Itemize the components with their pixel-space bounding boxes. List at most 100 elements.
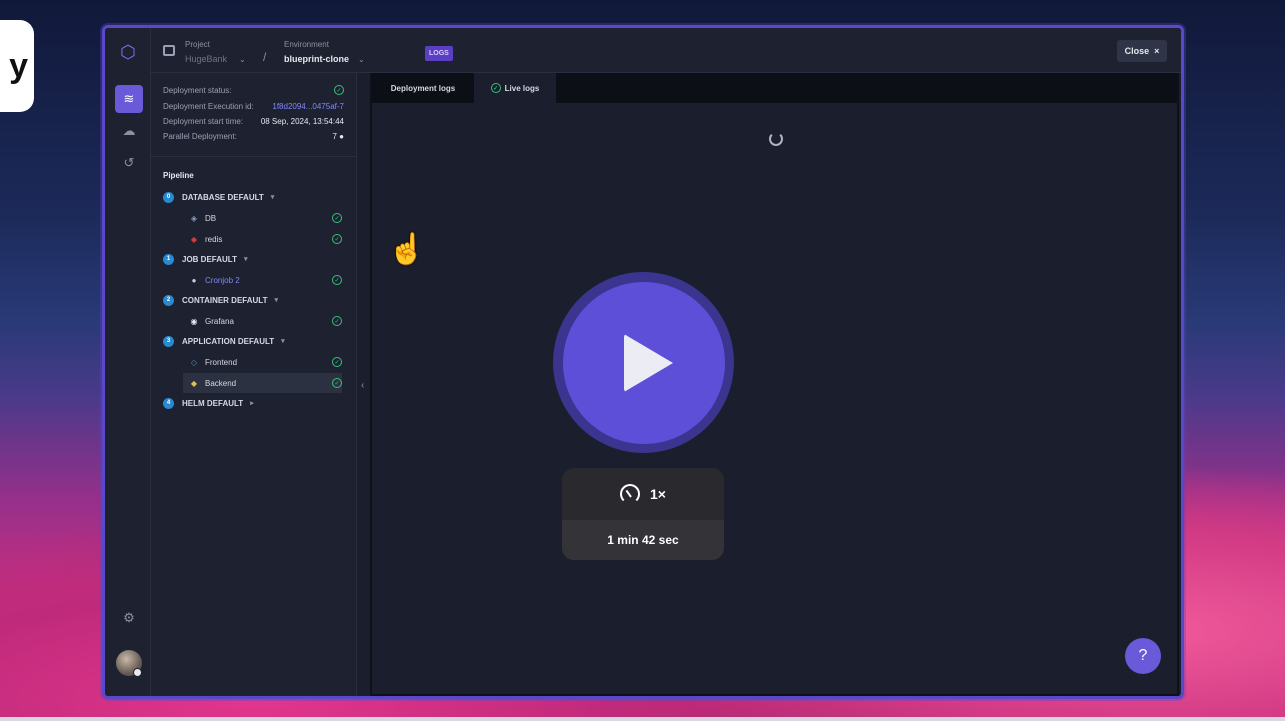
project-label: Project — [185, 40, 210, 49]
settings-gear-icon[interactable]: ⚙ — [115, 604, 143, 632]
service-label: redis — [205, 234, 223, 244]
start-time-value: 08 Sep, 2024, 13:54:44 — [260, 116, 344, 126]
partial-window-tab: y — [0, 20, 34, 112]
speed-value: 1× — [650, 486, 666, 502]
logs-panel: Deployment logs ✓ Live logs ? — [370, 73, 1179, 696]
play-button[interactable] — [553, 272, 734, 453]
parallel-label: Parallel Deployment: — [163, 131, 237, 141]
project-icon — [163, 45, 175, 56]
app-logo-icon[interactable]: ⬡ — [118, 42, 138, 62]
group-index-badge: 1 — [163, 253, 174, 265]
play-button-inner — [562, 281, 725, 444]
group-index-badge: 0 — [163, 191, 174, 203]
service-item-frontend[interactable]: ◇ Frontend ✓ — [183, 352, 342, 372]
check-circle-icon: ✓ — [332, 357, 342, 367]
chevron-down-icon[interactable]: ▾ — [281, 337, 285, 345]
chevron-down-icon[interactable]: ▾ — [271, 193, 275, 201]
loading-spinner-icon — [769, 132, 783, 146]
chevron-down-icon[interactable]: ▾ — [274, 296, 278, 304]
check-circle-icon: ✓ — [332, 378, 342, 388]
history-icon[interactable]: ↺ — [115, 149, 143, 177]
avatar-status-dot — [133, 668, 142, 677]
group-application-default[interactable]: 3 APPLICATION DEFAULT ▾ — [163, 333, 285, 349]
group-job-default[interactable]: 1 JOB DEFAULT ▾ — [163, 251, 247, 267]
service-item-redis[interactable]: ◆ redis ✓ — [183, 229, 342, 249]
tab-label: Live logs — [504, 83, 540, 93]
deployment-status-row: Deployment status: ✓ — [163, 83, 344, 97]
start-time-row: Deployment start time: 08 Sep, 2024, 13:… — [163, 114, 344, 128]
environment-label: Environment — [284, 40, 329, 49]
info-icon[interactable]: ● — [339, 132, 344, 141]
duration-label: 1 min 42 sec — [562, 520, 724, 560]
postgres-icon: ◈ — [190, 213, 198, 223]
check-circle-icon: ✓ — [332, 316, 342, 326]
deployment-sidebar: Deployment status: ✓ Deployment Executio… — [151, 73, 357, 696]
execution-id-link[interactable]: 1f8d2094...0475af-7 — [272, 102, 344, 111]
playback-controls: 1× 1 min 42 sec — [562, 468, 724, 560]
top-bar: Project HugeBank ⌄ / Environment bluepri… — [151, 28, 1181, 73]
check-circle-icon: ✓ — [332, 275, 342, 285]
check-circle-icon: ✓ — [490, 83, 501, 93]
divider — [151, 156, 356, 157]
layers-icon[interactable]: ≋ — [115, 85, 143, 113]
speed-control[interactable]: 1× — [562, 468, 724, 520]
start-time-label: Deployment start time: — [163, 116, 244, 126]
taskbar-strip — [0, 717, 1285, 721]
group-label: HELM DEFAULT — [182, 398, 244, 408]
service-label: Backend — [205, 378, 237, 388]
parallel-row: Parallel Deployment: 7 ● — [163, 129, 344, 143]
tab-label: Deployment logs — [390, 83, 456, 93]
group-label: CONTAINER DEFAULT — [182, 295, 268, 305]
parallel-value: 7 ● — [332, 131, 344, 141]
chevron-down-icon[interactable]: ⌄ — [239, 55, 246, 64]
service-item-cronjob-2[interactable]: ● Cronjob 2 ✓ — [183, 270, 342, 290]
service-label: Grafana — [205, 316, 234, 326]
pipeline-title: Pipeline — [163, 171, 194, 180]
group-label: DATABASE DEFAULT — [182, 192, 264, 202]
logs-badge: LOGS — [425, 46, 453, 61]
group-database-default[interactable]: 0 DATABASE DEFAULT ▾ — [163, 189, 274, 205]
deployment-status-label: Deployment status: — [163, 85, 232, 95]
check-circle-icon: ✓ — [332, 234, 342, 244]
environment-select[interactable]: blueprint-clone — [284, 54, 349, 64]
group-index-badge: 2 — [163, 294, 174, 306]
group-index-badge: 3 — [163, 335, 174, 347]
help-button[interactable]: ? — [1125, 638, 1161, 674]
service-label: Cronjob 2 — [205, 275, 240, 285]
group-container-default[interactable]: 2 CONTAINER DEFAULT ▾ — [163, 292, 278, 308]
icon-rail: ⬡ ≋ ☁ ↺ ⚙ — [105, 28, 151, 696]
speedometer-icon — [620, 484, 641, 504]
tab-deployment-logs[interactable]: Deployment logs — [372, 73, 474, 103]
grafana-icon: ◉ — [190, 316, 198, 326]
service-label: DB — [205, 213, 217, 223]
service-item-backend[interactable]: ◆ Backend ✓ — [183, 373, 342, 393]
execution-id-label: Deployment Execution id: — [163, 101, 254, 111]
tab-bar: Deployment logs ✓ Live logs — [372, 73, 1177, 103]
python-icon: ◆ — [190, 378, 198, 388]
service-label: Frontend — [205, 357, 238, 367]
group-helm-default[interactable]: 4 HELM DEFAULT ▸ — [163, 395, 254, 411]
project-select[interactable]: HugeBank — [185, 54, 227, 64]
chevron-down-icon[interactable]: ▾ — [244, 255, 248, 263]
chevron-right-icon[interactable]: ▸ — [250, 399, 254, 407]
close-icon: × — [1154, 46, 1160, 56]
close-button-label: Close — [1124, 46, 1150, 56]
group-label: APPLICATION DEFAULT — [182, 336, 275, 346]
hand-cursor-icon: ☝ — [388, 233, 426, 266]
service-item-db[interactable]: ◈ DB ✓ — [183, 208, 342, 228]
frontend-icon: ◇ — [190, 357, 198, 367]
group-index-badge: 4 — [163, 397, 174, 409]
chevron-down-icon[interactable]: ⌄ — [358, 55, 365, 64]
close-button[interactable]: Close × — [1117, 40, 1167, 62]
check-circle-icon: ✓ — [332, 213, 342, 223]
breadcrumb-separator: / — [263, 50, 267, 64]
cronjob-icon: ● — [191, 275, 197, 285]
play-icon — [624, 333, 673, 392]
collapse-sidebar-icon[interactable]: ‹ — [361, 380, 364, 391]
cloud-icon[interactable]: ☁ — [115, 117, 143, 145]
check-circle-icon: ✓ — [334, 85, 344, 95]
redis-icon: ◆ — [190, 234, 198, 244]
execution-id-row: Deployment Execution id: 1f8d2094...0475… — [163, 99, 344, 113]
service-item-grafana[interactable]: ◉ Grafana ✓ — [183, 311, 342, 331]
tab-live-logs[interactable]: ✓ Live logs — [474, 73, 556, 103]
